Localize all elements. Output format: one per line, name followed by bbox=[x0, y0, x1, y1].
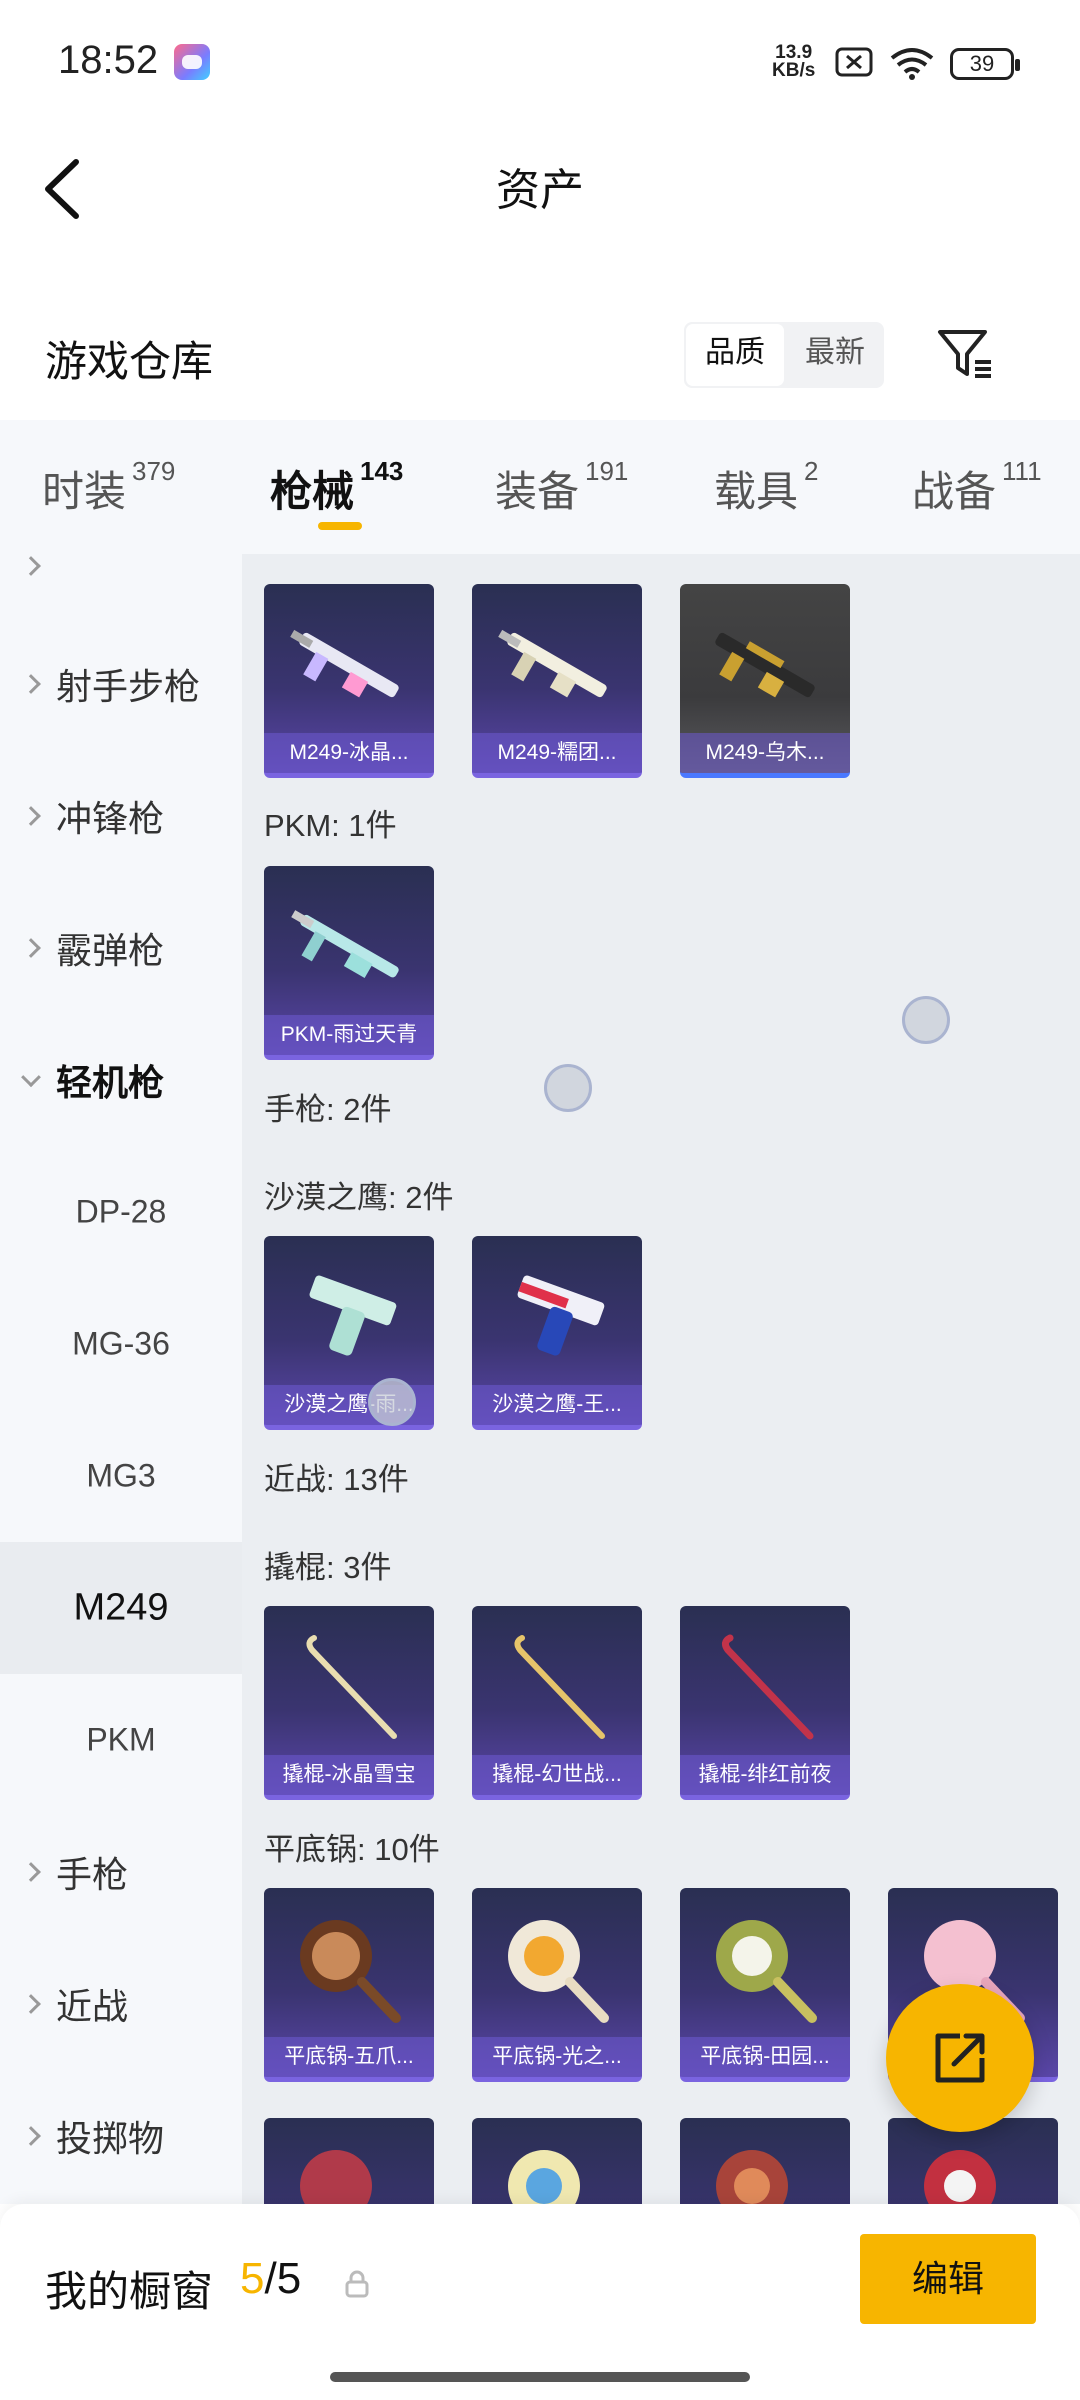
chevron-right-icon bbox=[21, 806, 41, 826]
rifle-icon bbox=[715, 632, 815, 698]
frying-pan-icon bbox=[300, 1920, 401, 2023]
share-icon bbox=[935, 2033, 985, 2083]
tab-fashion[interactable]: 时装 379 bbox=[42, 456, 175, 519]
chevron-right-icon bbox=[21, 1994, 41, 2014]
sidebar-item-dmr[interactable]: 射手步枪 bbox=[0, 618, 242, 750]
sort-by-quality[interactable]: 品质 bbox=[686, 324, 784, 386]
tab-supplies[interactable]: 战备 111 bbox=[912, 456, 1042, 519]
sidebar-item-smg[interactable]: 冲锋枪 bbox=[0, 750, 242, 882]
sidebar-item-melee[interactable]: 近战 bbox=[0, 1938, 242, 2070]
rifle-icon bbox=[290, 629, 399, 698]
game-app-icon bbox=[174, 44, 210, 80]
tab-equipment[interactable]: 装备 191 bbox=[495, 456, 628, 519]
network-speed: 13.9 KB/s bbox=[772, 42, 816, 81]
rifle-icon bbox=[498, 629, 607, 698]
warehouse-title: 游戏仓库 bbox=[45, 338, 214, 385]
item-card[interactable]: 平底锅-五爪... bbox=[264, 1888, 434, 2082]
item-card[interactable] bbox=[888, 2118, 1058, 2204]
sidebar-item-shotgun[interactable]: 霰弹枪 bbox=[0, 882, 242, 1014]
tab-firearms[interactable]: 枪械 143 bbox=[270, 456, 403, 519]
frying-pan-icon bbox=[300, 2150, 372, 2204]
active-tab-indicator bbox=[318, 522, 362, 530]
touch-indicator bbox=[368, 1378, 416, 1426]
item-card[interactable] bbox=[472, 2118, 642, 2204]
item-card[interactable]: 平底锅-田园... bbox=[680, 1888, 850, 2082]
home-indicator[interactable] bbox=[330, 2372, 750, 2382]
sim-off-icon bbox=[835, 47, 873, 77]
chevron-right-icon bbox=[21, 938, 41, 958]
lock-icon bbox=[345, 2270, 369, 2298]
sidebar-item-throwable[interactable]: 投掷物 bbox=[0, 2070, 242, 2202]
sidebar-item-mg3[interactable]: MG3 bbox=[0, 1410, 242, 1542]
section-melee: 近战: 13件 bbox=[264, 1462, 409, 1497]
section-pistol: 手枪: 2件 bbox=[264, 1092, 392, 1127]
filter-icon[interactable] bbox=[935, 324, 995, 384]
share-button[interactable] bbox=[886, 1984, 1034, 2132]
item-card[interactable]: 平底锅-光之... bbox=[472, 1888, 642, 2082]
sidebar-item-dp28[interactable]: DP-28 bbox=[0, 1146, 242, 1278]
chevron-right-icon bbox=[21, 556, 41, 576]
touch-indicator bbox=[544, 1064, 592, 1112]
section-desert-eagle: 沙漠之鹰: 2件 bbox=[264, 1180, 454, 1215]
sidebar-item-mg36[interactable]: MG-36 bbox=[0, 1278, 242, 1410]
showcase-count: 5/5 bbox=[240, 2254, 302, 2303]
section-frying-pan: 平底锅: 10件 bbox=[264, 1832, 440, 1867]
weapon-category-sidebar: 射手步枪 冲锋枪 霰弹枪 轻机枪 DP-28 MG-36 MG3 M249 PK… bbox=[0, 554, 242, 2204]
crowbar-icon bbox=[514, 1635, 605, 1739]
chevron-right-icon bbox=[21, 1862, 41, 1882]
frying-pan-icon bbox=[716, 1920, 817, 2023]
page-header: 资产 bbox=[0, 130, 1080, 250]
section-crowbar: 撬棍: 3件 bbox=[264, 1550, 392, 1585]
pistol-icon bbox=[309, 1275, 397, 1356]
edit-button[interactable]: 编辑 bbox=[860, 2234, 1036, 2324]
item-card[interactable]: 撬棍-绯红前夜 bbox=[680, 1606, 850, 1800]
crowbar-icon bbox=[306, 1635, 397, 1739]
section-pkm: PKM: 1件 bbox=[264, 808, 397, 843]
sidebar-item-m249[interactable]: M249 bbox=[0, 1542, 242, 1674]
status-time: 18:52 bbox=[58, 38, 159, 82]
chevron-right-icon bbox=[21, 674, 41, 694]
pistol-icon bbox=[517, 1275, 605, 1356]
item-card[interactable] bbox=[680, 2118, 850, 2204]
sort-by-newest[interactable]: 最新 bbox=[786, 322, 884, 388]
item-card[interactable]: M249-糯团... bbox=[472, 584, 642, 778]
item-card[interactable]: 撬棍-冰晶雪宝 bbox=[264, 1606, 434, 1800]
tab-vehicles[interactable]: 载具 2 bbox=[714, 456, 818, 519]
showcase-title: 我的橱窗 bbox=[45, 2268, 214, 2315]
crowbar-icon bbox=[721, 1634, 814, 1740]
touch-indicator bbox=[902, 996, 950, 1044]
frying-pan-icon bbox=[716, 2150, 788, 2204]
rifle-icon bbox=[291, 910, 399, 978]
showcase-bar: 我的橱窗 5/5 编辑 bbox=[0, 2204, 1080, 2400]
status-bar: 18:52 13.9 KB/s 39 bbox=[0, 0, 1080, 130]
battery-indicator: 39 bbox=[950, 48, 1020, 80]
item-card[interactable] bbox=[264, 2118, 434, 2204]
chevron-down-icon bbox=[21, 1067, 41, 1088]
chevron-right-icon bbox=[21, 2126, 41, 2146]
item-card[interactable]: 沙漠之鹰-王... bbox=[472, 1236, 642, 1430]
sidebar-item-lmg[interactable]: 轻机枪 bbox=[0, 1014, 242, 1146]
wifi-icon bbox=[890, 48, 934, 80]
item-grid: M249-冰晶... M249-糯团... M249-乌木... PKM: 1件… bbox=[242, 554, 1080, 2204]
item-card[interactable]: M249-冰晶... bbox=[264, 584, 434, 778]
frying-pan-icon bbox=[508, 2150, 580, 2204]
item-card[interactable]: 撬棍-幻世战... bbox=[472, 1606, 642, 1800]
sort-toggle: 品质 最新 bbox=[684, 322, 884, 388]
sidebar-item-pistol[interactable]: 手枪 bbox=[0, 1806, 242, 1938]
item-card[interactable]: PKM-雨过天青 bbox=[264, 866, 434, 1060]
category-tabs: 时装 379 枪械 143 装备 191 载具 2 战备 111 bbox=[0, 420, 1080, 554]
item-card[interactable]: M249-乌木... bbox=[680, 584, 850, 778]
frying-pan-icon bbox=[508, 1920, 609, 2023]
frying-pan-icon bbox=[924, 2150, 996, 2204]
sidebar-item-pkm[interactable]: PKM bbox=[0, 1674, 242, 1806]
page-title: 资产 bbox=[496, 166, 584, 215]
